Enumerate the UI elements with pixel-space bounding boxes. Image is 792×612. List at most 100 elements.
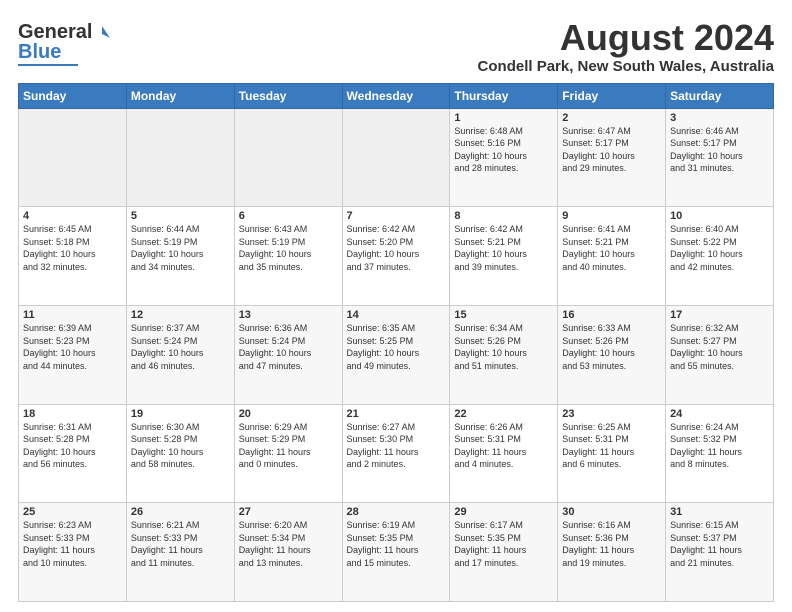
logo: General Blue [18, 22, 110, 66]
day-number: 10 [670, 210, 769, 222]
calendar-week-row: 25Sunrise: 6:23 AM Sunset: 5:33 PM Dayli… [19, 503, 774, 602]
table-row: 30Sunrise: 6:16 AM Sunset: 5:36 PM Dayli… [558, 503, 666, 602]
table-row: 9Sunrise: 6:41 AM Sunset: 5:21 PM Daylig… [558, 207, 666, 306]
table-row [126, 108, 234, 207]
col-sunday: Sunday [19, 83, 127, 108]
day-number: 31 [670, 506, 769, 518]
day-number: 19 [131, 408, 230, 420]
day-info: Sunrise: 6:15 AM Sunset: 5:37 PM Dayligh… [670, 519, 769, 569]
table-row: 22Sunrise: 6:26 AM Sunset: 5:31 PM Dayli… [450, 404, 558, 503]
calendar-header-row: Sunday Monday Tuesday Wednesday Thursday… [19, 83, 774, 108]
logo-underline [18, 64, 78, 66]
table-row: 25Sunrise: 6:23 AM Sunset: 5:33 PM Dayli… [19, 503, 127, 602]
table-row: 5Sunrise: 6:44 AM Sunset: 5:19 PM Daylig… [126, 207, 234, 306]
table-row: 19Sunrise: 6:30 AM Sunset: 5:28 PM Dayli… [126, 404, 234, 503]
day-info: Sunrise: 6:19 AM Sunset: 5:35 PM Dayligh… [347, 519, 446, 569]
table-row: 16Sunrise: 6:33 AM Sunset: 5:26 PM Dayli… [558, 305, 666, 404]
day-info: Sunrise: 6:42 AM Sunset: 5:20 PM Dayligh… [347, 223, 446, 273]
col-monday: Monday [126, 83, 234, 108]
col-wednesday: Wednesday [342, 83, 450, 108]
table-row: 14Sunrise: 6:35 AM Sunset: 5:25 PM Dayli… [342, 305, 450, 404]
day-number: 17 [670, 309, 769, 321]
day-info: Sunrise: 6:36 AM Sunset: 5:24 PM Dayligh… [239, 322, 338, 372]
day-number: 20 [239, 408, 338, 420]
table-row [234, 108, 342, 207]
table-row: 27Sunrise: 6:20 AM Sunset: 5:34 PM Dayli… [234, 503, 342, 602]
day-info: Sunrise: 6:29 AM Sunset: 5:29 PM Dayligh… [239, 421, 338, 471]
day-number: 15 [454, 309, 553, 321]
day-info: Sunrise: 6:43 AM Sunset: 5:19 PM Dayligh… [239, 223, 338, 273]
day-number: 8 [454, 210, 553, 222]
table-row: 11Sunrise: 6:39 AM Sunset: 5:23 PM Dayli… [19, 305, 127, 404]
day-number: 29 [454, 506, 553, 518]
table-row: 2Sunrise: 6:47 AM Sunset: 5:17 PM Daylig… [558, 108, 666, 207]
calendar-table: Sunday Monday Tuesday Wednesday Thursday… [18, 83, 774, 602]
calendar-week-row: 1Sunrise: 6:48 AM Sunset: 5:16 PM Daylig… [19, 108, 774, 207]
logo-text: General [18, 22, 92, 42]
table-row: 26Sunrise: 6:21 AM Sunset: 5:33 PM Dayli… [126, 503, 234, 602]
page: General Blue August 2024 Condell Park, N… [0, 0, 792, 612]
day-number: 11 [23, 309, 122, 321]
day-number: 18 [23, 408, 122, 420]
day-info: Sunrise: 6:37 AM Sunset: 5:24 PM Dayligh… [131, 322, 230, 372]
day-number: 4 [23, 210, 122, 222]
day-number: 12 [131, 309, 230, 321]
table-row: 7Sunrise: 6:42 AM Sunset: 5:20 PM Daylig… [342, 207, 450, 306]
logo-icon [94, 24, 110, 40]
table-row: 29Sunrise: 6:17 AM Sunset: 5:35 PM Dayli… [450, 503, 558, 602]
table-row: 20Sunrise: 6:29 AM Sunset: 5:29 PM Dayli… [234, 404, 342, 503]
day-info: Sunrise: 6:46 AM Sunset: 5:17 PM Dayligh… [670, 125, 769, 175]
day-number: 14 [347, 309, 446, 321]
table-row: 24Sunrise: 6:24 AM Sunset: 5:32 PM Dayli… [666, 404, 774, 503]
table-row: 10Sunrise: 6:40 AM Sunset: 5:22 PM Dayli… [666, 207, 774, 306]
day-number: 1 [454, 112, 553, 124]
day-info: Sunrise: 6:42 AM Sunset: 5:21 PM Dayligh… [454, 223, 553, 273]
day-info: Sunrise: 6:25 AM Sunset: 5:31 PM Dayligh… [562, 421, 661, 471]
day-info: Sunrise: 6:30 AM Sunset: 5:28 PM Dayligh… [131, 421, 230, 471]
day-info: Sunrise: 6:16 AM Sunset: 5:36 PM Dayligh… [562, 519, 661, 569]
table-row: 4Sunrise: 6:45 AM Sunset: 5:18 PM Daylig… [19, 207, 127, 306]
header: General Blue August 2024 Condell Park, N… [18, 18, 774, 75]
day-number: 2 [562, 112, 661, 124]
day-number: 26 [131, 506, 230, 518]
table-row: 8Sunrise: 6:42 AM Sunset: 5:21 PM Daylig… [450, 207, 558, 306]
table-row: 17Sunrise: 6:32 AM Sunset: 5:27 PM Dayli… [666, 305, 774, 404]
subtitle: Condell Park, New South Wales, Australia [478, 58, 774, 75]
day-info: Sunrise: 6:35 AM Sunset: 5:25 PM Dayligh… [347, 322, 446, 372]
day-number: 30 [562, 506, 661, 518]
day-info: Sunrise: 6:33 AM Sunset: 5:26 PM Dayligh… [562, 322, 661, 372]
day-number: 22 [454, 408, 553, 420]
title-block: August 2024 Condell Park, New South Wale… [478, 18, 774, 75]
day-number: 16 [562, 309, 661, 321]
table-row: 3Sunrise: 6:46 AM Sunset: 5:17 PM Daylig… [666, 108, 774, 207]
day-info: Sunrise: 6:41 AM Sunset: 5:21 PM Dayligh… [562, 223, 661, 273]
day-info: Sunrise: 6:20 AM Sunset: 5:34 PM Dayligh… [239, 519, 338, 569]
table-row [19, 108, 127, 207]
day-number: 9 [562, 210, 661, 222]
day-info: Sunrise: 6:47 AM Sunset: 5:17 PM Dayligh… [562, 125, 661, 175]
day-number: 27 [239, 506, 338, 518]
table-row: 21Sunrise: 6:27 AM Sunset: 5:30 PM Dayli… [342, 404, 450, 503]
day-info: Sunrise: 6:23 AM Sunset: 5:33 PM Dayligh… [23, 519, 122, 569]
table-row: 18Sunrise: 6:31 AM Sunset: 5:28 PM Dayli… [19, 404, 127, 503]
col-saturday: Saturday [666, 83, 774, 108]
table-row: 12Sunrise: 6:37 AM Sunset: 5:24 PM Dayli… [126, 305, 234, 404]
main-title: August 2024 [478, 18, 774, 58]
table-row: 23Sunrise: 6:25 AM Sunset: 5:31 PM Dayli… [558, 404, 666, 503]
day-info: Sunrise: 6:27 AM Sunset: 5:30 PM Dayligh… [347, 421, 446, 471]
calendar-week-row: 18Sunrise: 6:31 AM Sunset: 5:28 PM Dayli… [19, 404, 774, 503]
col-friday: Friday [558, 83, 666, 108]
table-row: 1Sunrise: 6:48 AM Sunset: 5:16 PM Daylig… [450, 108, 558, 207]
day-number: 13 [239, 309, 338, 321]
day-info: Sunrise: 6:44 AM Sunset: 5:19 PM Dayligh… [131, 223, 230, 273]
day-info: Sunrise: 6:17 AM Sunset: 5:35 PM Dayligh… [454, 519, 553, 569]
day-number: 21 [347, 408, 446, 420]
col-tuesday: Tuesday [234, 83, 342, 108]
day-info: Sunrise: 6:45 AM Sunset: 5:18 PM Dayligh… [23, 223, 122, 273]
day-info: Sunrise: 6:21 AM Sunset: 5:33 PM Dayligh… [131, 519, 230, 569]
day-info: Sunrise: 6:39 AM Sunset: 5:23 PM Dayligh… [23, 322, 122, 372]
day-info: Sunrise: 6:40 AM Sunset: 5:22 PM Dayligh… [670, 223, 769, 273]
day-number: 3 [670, 112, 769, 124]
day-info: Sunrise: 6:31 AM Sunset: 5:28 PM Dayligh… [23, 421, 122, 471]
col-thursday: Thursday [450, 83, 558, 108]
